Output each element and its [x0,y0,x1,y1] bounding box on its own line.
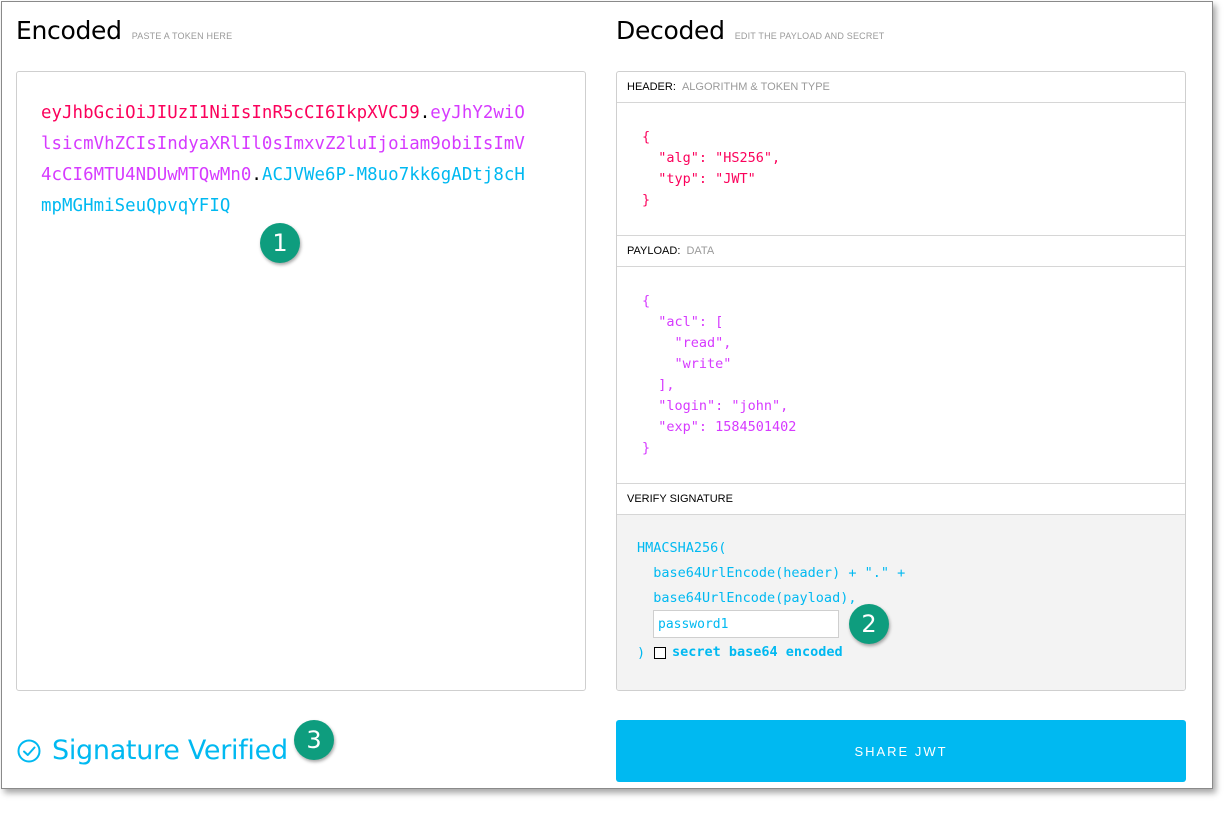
share-jwt-button[interactable]: SHARE JWT [616,720,1186,782]
payload-json-editor[interactable]: { "acl": [ "read", "write" ], "login": "… [642,291,796,459]
jwt-debugger-window: Encoded PASTE A TOKEN HERE Decoded EDIT … [1,1,1213,789]
header-pane-title: HEADER: ALGORITHM & TOKEN TYPE [617,72,1185,103]
decoded-hint: EDIT THE PAYLOAD AND SECRET [734,31,885,41]
base64-encoded-checkbox[interactable] [654,647,666,659]
verify-code-line-1: HMACSHA256( [637,540,727,556]
encoded-heading: Encoded PASTE A TOKEN HERE [16,16,232,45]
verify-code-line-2: base64UrlEncode(header) + "." + [637,565,906,581]
header-sublabel: ALGORITHM & TOKEN TYPE [681,81,830,93]
verify-code-close: ) [637,645,646,661]
token-header-part: eyJhbGciOiJIUzI1NiIsInR5cCI6IkpXVCJ9 [41,103,420,123]
signature-status: Signature Verified [16,735,288,766]
header-label: HEADER: [627,81,676,93]
encoded-hint: PASTE A TOKEN HERE [131,31,233,41]
decoded-heading: Decoded EDIT THE PAYLOAD AND SECRET [616,16,884,45]
decoded-panel: HEADER: ALGORITHM & TOKEN TYPE { "alg": … [616,71,1186,691]
encoded-title: Encoded [16,16,122,45]
callout-badge-3: 3 [294,720,334,760]
header-json-editor[interactable]: { "alg": "HS256", "typ": "JWT" } [642,127,780,211]
token-separator: . [419,103,431,123]
base64-encoded-label[interactable]: secret base64 encoded [672,644,843,660]
check-circle-icon [17,739,41,762]
payload-sublabel: DATA [686,245,715,257]
encoded-token-text[interactable]: eyJhbGciOiJIUzI1NiIsInR5cCI6IkpXVCJ9.eyJ… [41,98,527,222]
callout-badge-1: 1 [260,223,300,263]
secret-input[interactable] [653,610,839,638]
payload-label: PAYLOAD: [627,245,681,257]
verify-pane-title: VERIFY SIGNATURE [617,484,1185,515]
verify-code-line-3: base64UrlEncode(payload), [637,590,857,606]
signature-status-text: Signature Verified [52,735,288,766]
verify-label: VERIFY SIGNATURE [627,493,733,505]
payload-pane-title: PAYLOAD: DATA [617,236,1185,267]
verify-signature-area: HMACSHA256( base64UrlEncode(header) + ".… [617,515,1185,690]
token-separator: . [251,165,262,185]
encoded-token-editor[interactable]: eyJhbGciOiJIUzI1NiIsInR5cCI6IkpXVCJ9.eyJ… [16,71,586,691]
callout-badge-2: 2 [849,604,889,644]
decoded-title: Decoded [616,16,725,45]
